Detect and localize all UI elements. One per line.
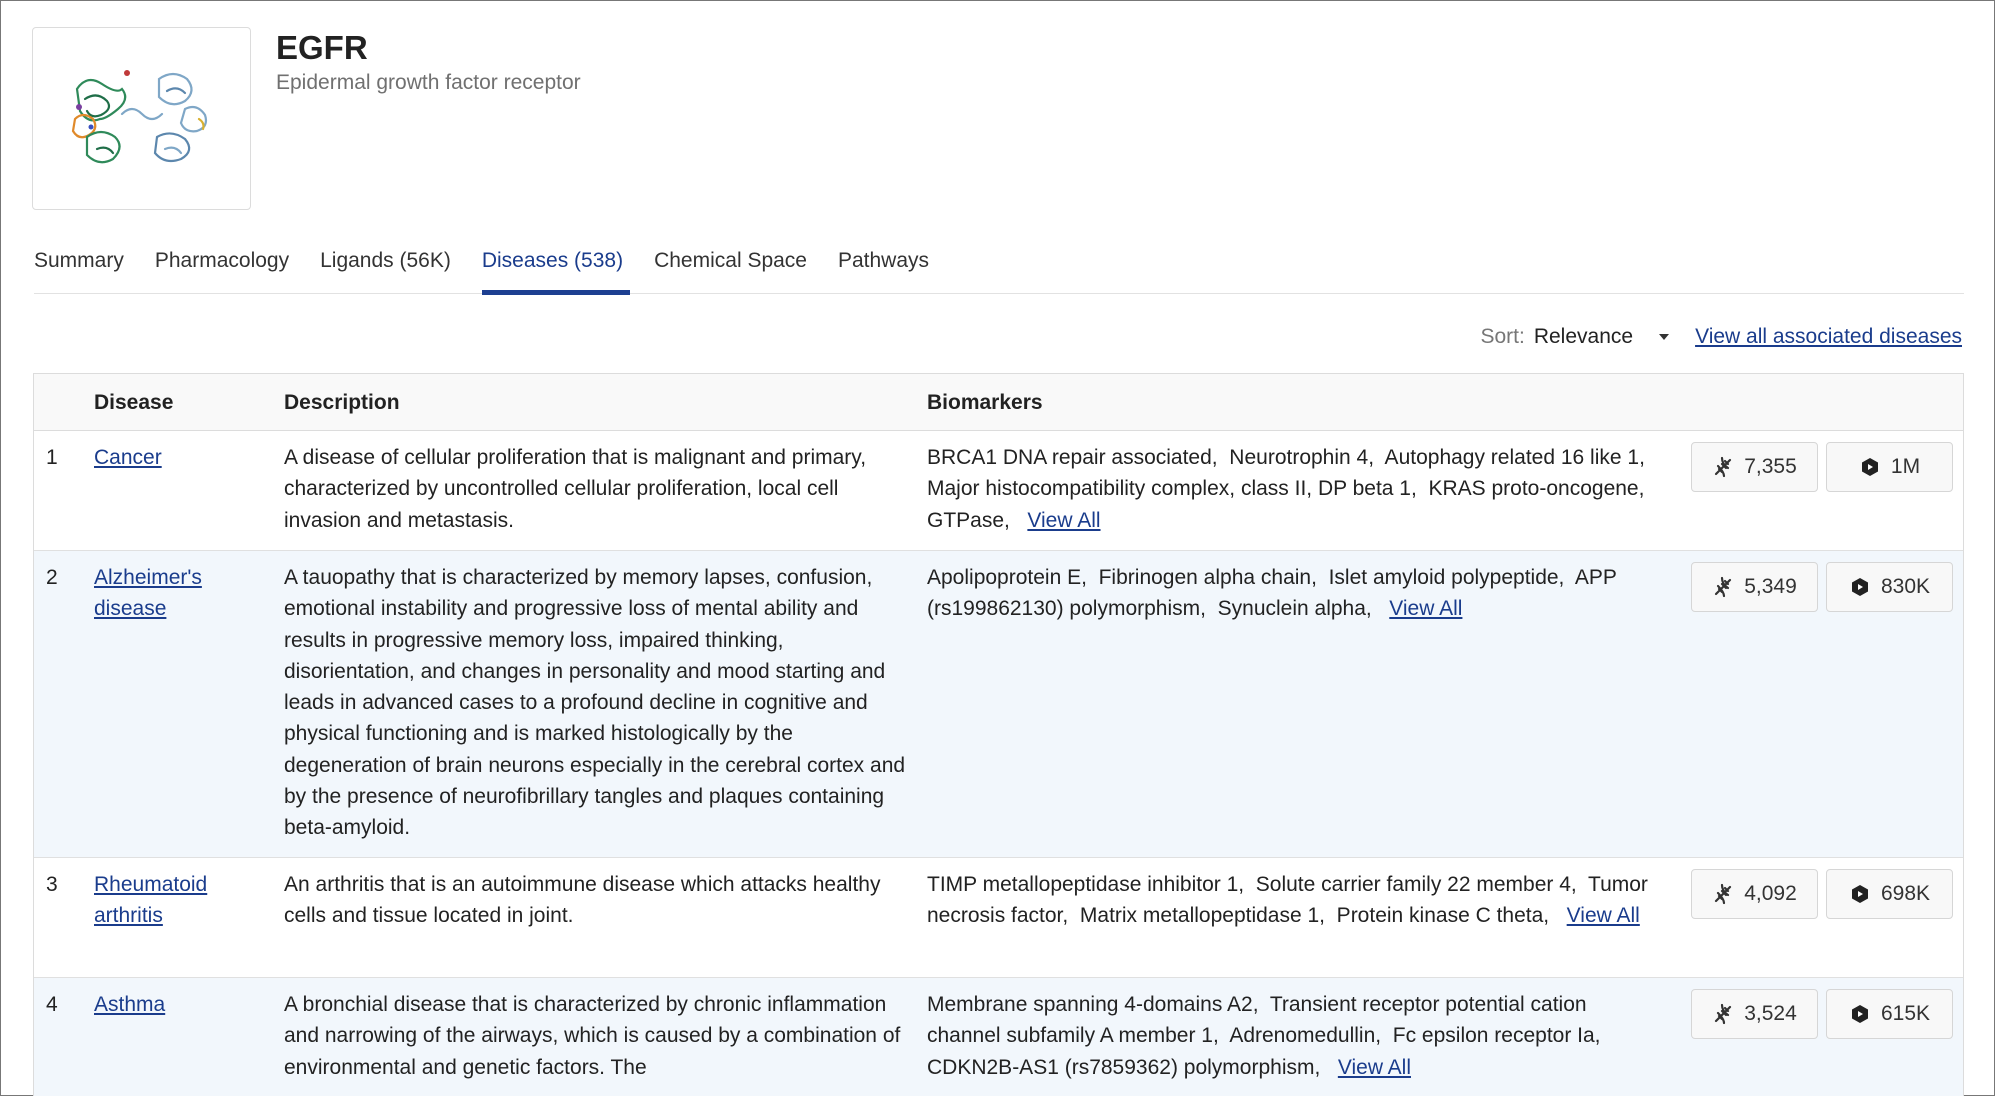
target-title: EGFR — [276, 29, 368, 66]
disease-description: An arthritis that is an autoimmune disea… — [284, 873, 881, 928]
molecule-icon — [1851, 578, 1868, 596]
molecule-icon — [1851, 1005, 1868, 1023]
biomarkers-view-all-link[interactable]: View All — [1338, 1056, 1411, 1079]
compound-count: 830K — [1880, 575, 1931, 599]
table-row: 3 Rheumatoid arthritis An arthritis that… — [34, 858, 1963, 978]
column-header-disease[interactable]: Disease — [94, 391, 173, 415]
ligand-count: 5,349 — [1744, 575, 1797, 599]
sort-select[interactable]: Relevance — [1534, 325, 1633, 349]
compound-count: 698K — [1880, 882, 1931, 906]
column-header-biomarkers[interactable]: Biomarkers — [927, 391, 1043, 415]
biomarkers-cell: BRCA1 DNA repair associated, Neurotrophi… — [927, 442, 1657, 536]
tab-ligands[interactable]: Ligands (56K) — [320, 241, 451, 294]
compound-count-button[interactable]: 698K — [1826, 869, 1953, 919]
disease-link[interactable]: Cancer — [94, 446, 162, 469]
row-number: 3 — [46, 873, 58, 896]
compound-count-button[interactable]: 615K — [1826, 989, 1953, 1039]
tab-chemical-space[interactable]: Chemical Space — [654, 241, 807, 294]
dna-icon — [1715, 883, 1732, 905]
column-header-description[interactable]: Description — [284, 391, 400, 415]
disease-link[interactable]: Asthma — [94, 993, 165, 1016]
biomarkers-view-all-link[interactable]: View All — [1389, 597, 1462, 620]
biomarkers-list: Apolipoprotein E, Fibrinogen alpha chain… — [927, 566, 1623, 621]
dna-icon — [1715, 576, 1732, 598]
biomarkers-view-all-link[interactable]: View All — [1027, 509, 1100, 532]
row-number: 4 — [46, 993, 58, 1016]
view-all-diseases-link[interactable]: View all associated diseases — [1695, 325, 1962, 349]
compound-count: 1M — [1890, 455, 1921, 479]
tab-bar: Summary Pharmacology Ligands (56K) Disea… — [34, 241, 1964, 295]
target-subtitle: Epidermal growth factor receptor — [276, 71, 581, 94]
compound-count-button[interactable]: 1M — [1826, 442, 1953, 492]
row-number: 1 — [46, 446, 58, 469]
chevron-down-icon[interactable] — [1659, 334, 1670, 340]
biomarkers-cell: Membrane spanning 4-domains A2, Transien… — [927, 989, 1657, 1083]
ligand-count: 3,524 — [1744, 1002, 1797, 1026]
disease-description: A bronchial disease that is characterize… — [284, 993, 901, 1079]
sort-bar: Sort: Relevance View all associated dise… — [1480, 325, 1962, 349]
disease-link[interactable]: Alzheimer's disease — [94, 566, 202, 620]
biomarkers-list: Membrane spanning 4-domains A2, Transien… — [927, 993, 1613, 1079]
sort-label: Sort: — [1480, 325, 1525, 348]
compound-count-button[interactable]: 830K — [1826, 562, 1953, 612]
biomarkers-list: TIMP metallopeptidase inhibitor 1, Solut… — [927, 873, 1654, 928]
table-header: Disease Description Biomarkers — [34, 374, 1963, 431]
dna-icon — [1715, 1003, 1732, 1025]
protein-structure-image[interactable] — [32, 27, 251, 210]
tab-pharmacology[interactable]: Pharmacology — [155, 241, 289, 294]
biomarkers-cell: TIMP metallopeptidase inhibitor 1, Solut… — [927, 869, 1657, 932]
target-header: EGFR Epidermal growth factor receptor — [32, 27, 581, 210]
ligand-count-button[interactable]: 3,524 — [1691, 989, 1818, 1039]
tab-pathways[interactable]: Pathways — [838, 241, 929, 294]
diseases-table: Disease Description Biomarkers 1 Cancer … — [33, 373, 1964, 1096]
table-row: 1 Cancer A disease of cellular prolifera… — [34, 431, 1963, 551]
tab-diseases[interactable]: Diseases (538) — [481, 241, 631, 295]
protein-structure-icon — [71, 69, 207, 163]
molecule-icon — [1851, 885, 1868, 903]
ligand-count-button[interactable]: 7,355 — [1691, 442, 1818, 492]
disease-description: A disease of cellular proliferation that… — [284, 446, 867, 532]
biomarkers-view-all-link[interactable]: View All — [1567, 904, 1640, 927]
compound-count: 615K — [1880, 1002, 1931, 1026]
table-row: 4 Asthma A bronchial disease that is cha… — [34, 978, 1963, 1096]
row-number: 2 — [46, 566, 58, 589]
ligand-count: 7,355 — [1744, 455, 1797, 479]
disease-link[interactable]: Rheumatoid arthritis — [94, 873, 207, 927]
molecule-icon — [1861, 458, 1878, 476]
ligand-count-button[interactable]: 4,092 — [1691, 869, 1818, 919]
biomarkers-cell: Apolipoprotein E, Fibrinogen alpha chain… — [927, 562, 1657, 625]
ligand-count: 4,092 — [1744, 882, 1797, 906]
table-row: 2 Alzheimer's disease A tauopathy that i… — [34, 551, 1963, 858]
disease-description: A tauopathy that is characterized by mem… — [284, 566, 906, 840]
ligand-count-button[interactable]: 5,349 — [1691, 562, 1818, 612]
tab-summary[interactable]: Summary — [34, 241, 124, 294]
dna-icon — [1715, 456, 1732, 478]
